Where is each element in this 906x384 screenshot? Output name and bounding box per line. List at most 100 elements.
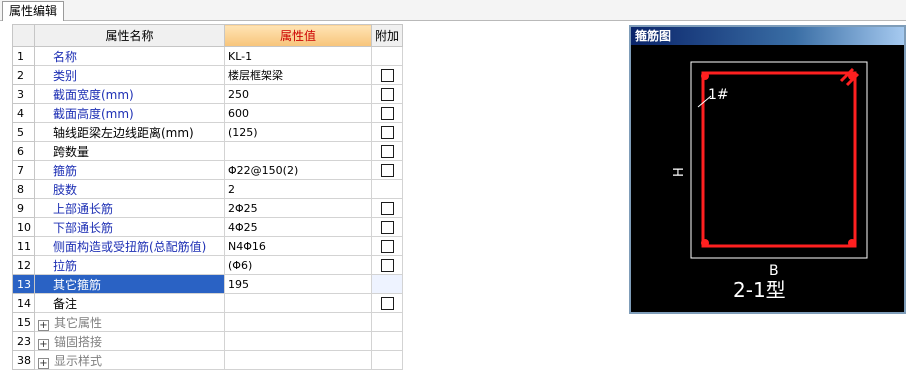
extra-cell [370,179,404,199]
row-number: 6 [12,141,35,161]
property-name: 下部通长筋 [34,217,225,237]
group-row[interactable]: 23 + 锚固搭接 [12,331,404,351]
extra-cell [370,103,404,123]
row-number: 7 [12,160,35,180]
table-row-selected[interactable]: 13 其它箍筋 195 [12,274,404,294]
group-row[interactable]: 15 + 其它属性 [12,312,404,332]
property-grid: 属性名称 属性值 附加 1 名称 KL-1 2 类别 楼层框架梁 3 截面宽度(… [12,24,404,370]
table-row[interactable]: 2 类别 楼层框架梁 [12,65,404,85]
property-value[interactable]: 600 [224,103,372,123]
property-value[interactable]: 4Φ25 [224,217,372,237]
extra-checkbox[interactable] [380,69,394,82]
extra-cell [370,46,404,66]
row-number: 14 [12,293,35,313]
table-row[interactable]: 3 截面宽度(mm) 250 [12,84,404,104]
group-name: + 其它属性 [34,312,225,332]
table-row[interactable]: 1 名称 KL-1 [12,46,404,66]
row-number: 8 [12,179,35,199]
stirrup-diagram-title: 箍筋图 [631,27,904,45]
row-number: 12 [12,255,35,275]
property-value [224,331,372,351]
corner-bar [701,239,709,247]
row-number: 10 [12,217,35,237]
corner-bar [848,239,856,247]
property-name: 备注 [34,293,225,313]
header-property-value[interactable]: 属性值 [224,24,372,47]
property-value[interactable]: (Φ6) [224,255,372,275]
row-number: 23 [12,331,35,351]
grid-header-row: 属性名称 属性值 附加 [12,24,404,47]
row-number: 11 [12,236,35,256]
property-value[interactable] [224,141,372,161]
row-number: 15 [12,312,35,332]
extra-cell [370,331,404,351]
expand-plus-icon[interactable]: + [38,338,49,350]
expand-plus-icon[interactable]: + [38,319,49,331]
table-row[interactable]: 11 侧面构造或受扭筋(总配筋值) N4Φ16 [12,236,404,256]
property-name: 拉筋 [34,255,225,275]
property-value [224,312,372,332]
table-row[interactable]: 5 轴线距梁左边线距离(mm) (125) [12,122,404,142]
property-value[interactable]: 2 [224,179,372,199]
extra-cell [370,198,404,218]
extra-checkbox[interactable] [380,164,394,177]
tab-strip: 属性编辑 [0,0,906,21]
extra-checkbox[interactable] [380,221,394,234]
property-value[interactable]: KL-1 [224,46,372,66]
property-value[interactable]: Φ22@150(2) [224,160,372,180]
extra-cell [370,160,404,180]
property-value[interactable] [224,293,372,313]
extra-checkbox[interactable] [380,259,394,272]
property-value[interactable]: (125) [224,122,372,142]
property-value[interactable]: N4Φ16 [224,236,372,256]
property-value[interactable]: 楼层框架梁 [224,65,372,85]
row-number: 38 [12,350,35,370]
extra-cell [370,255,404,275]
extra-checkbox[interactable] [380,107,394,120]
extra-checkbox[interactable] [380,88,394,101]
extra-cell [370,350,404,370]
property-value-editor[interactable]: 195 [224,274,372,294]
tab-property-editor[interactable]: 属性编辑 [2,1,65,21]
table-row[interactable]: 7 箍筋 Φ22@150(2) [12,160,404,180]
extra-cell [370,293,404,313]
table-row[interactable]: 9 上部通长筋 2Φ25 [12,198,404,218]
header-property-name[interactable]: 属性名称 [34,24,225,47]
group-name: + 显示样式 [34,350,225,370]
header-extra[interactable]: 附加 [370,24,404,47]
row-number: 2 [12,65,35,85]
table-row[interactable]: 4 截面高度(mm) 600 [12,103,404,123]
property-value[interactable]: 2Φ25 [224,198,372,218]
table-row[interactable]: 14 备注 [12,293,404,313]
extra-cell [370,217,404,237]
table-row[interactable]: 8 肢数 2 [12,179,404,199]
property-name: 上部通长筋 [34,198,225,218]
property-name: 截面宽度(mm) [34,84,225,104]
group-row[interactable]: 38 + 显示样式 [12,350,404,370]
extra-cell [370,65,404,85]
stirrup-type-label: 2-1型 [733,278,786,302]
extra-checkbox[interactable] [380,126,394,139]
width-label: B [769,263,779,279]
group-label: 其它属性 [54,315,103,330]
property-value[interactable]: 250 [224,84,372,104]
height-label: H [672,167,687,177]
stirrup-diagram: 1# H B 2-1型 [672,61,868,302]
extra-checkbox[interactable] [380,202,394,215]
table-row[interactable]: 6 跨数量 [12,141,404,161]
property-name: 名称 [34,46,225,66]
extra-cell [370,312,404,332]
row-number: 1 [12,46,35,66]
extra-checkbox[interactable] [380,297,394,310]
bar-label: 1# [708,87,729,103]
table-row[interactable]: 10 下部通长筋 4Φ25 [12,217,404,237]
extra-checkbox[interactable] [380,240,394,253]
corner-bar [701,72,709,80]
extra-checkbox[interactable] [380,145,394,158]
row-number: 9 [12,198,35,218]
stirrup-diagram-panel: 箍筋图 1# H B 2-1型 [629,25,906,314]
table-row[interactable]: 12 拉筋 (Φ6) [12,255,404,275]
extra-cell [370,141,404,161]
property-value [224,350,372,370]
expand-plus-icon[interactable]: + [38,357,49,369]
